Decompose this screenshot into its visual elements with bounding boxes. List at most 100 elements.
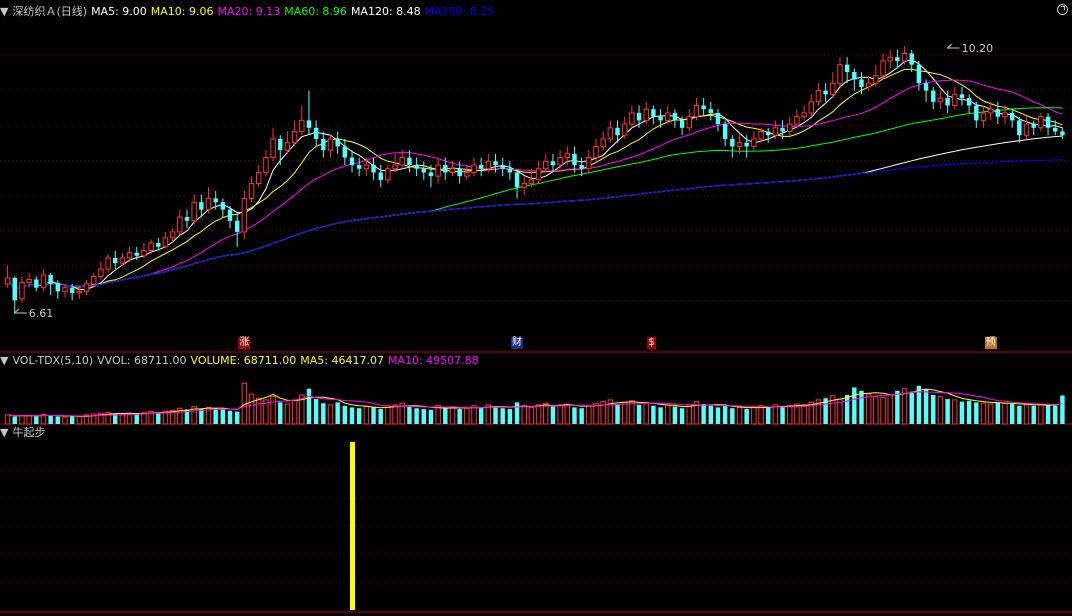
volume-bar-down [715,407,721,424]
candle-body-down [428,172,434,177]
candle-body-up [528,179,535,185]
volume-bar-down [550,406,556,424]
candle-body-down [658,116,663,121]
candle-body-down [572,153,577,165]
candle-body-up [751,138,757,147]
volume-bar-down [959,401,965,424]
volume-bar-up [1002,402,1008,425]
candle-body-up [205,197,212,211]
candle-body-down [507,168,513,173]
volume-bar-up [593,402,599,425]
candle-body-down [995,109,1001,117]
volume-bar-down [371,407,376,424]
volume-bar-down [765,407,771,424]
volume-bar-up [586,405,592,425]
volume-bar-up [119,413,126,425]
candle-body-down [34,279,39,288]
candle-body-up [837,64,843,84]
volume-bar-down [579,408,584,424]
candle-body-up [693,105,700,118]
volume-bar-up [449,406,456,425]
volume-bar-down [507,409,513,424]
volume-bar-up [385,405,391,425]
volume-bar-up [1023,404,1030,425]
candle-body-down [844,64,850,73]
candle-body-up [435,164,441,177]
candle-body-up [327,138,334,151]
volume-bar-up [564,403,571,425]
candle-body-down [342,146,348,158]
volume-bar-up [392,404,398,425]
volume-bar-down [48,415,53,424]
candle-body-down [1009,112,1015,121]
volume-bar-down [701,404,706,424]
candle-body-up [141,249,147,257]
volume-bar-down [457,409,462,424]
candle-body-down [1053,127,1058,132]
volume-panel-title: VOL-TDX(5,10) [12,354,94,367]
volume-bar-down [349,407,355,424]
volume-bar-up [937,396,944,425]
candle-body-down [550,161,556,165]
signal-marker[interactable]: $ [647,337,656,349]
volume-panel-header: ▼ VOL-TDX(5,10) VVOL: 68711.00 VOLUME: 6871… [0,353,483,369]
candle-body-up [4,277,11,285]
volume-bar-up [873,396,879,425]
candle-body-up [937,97,944,103]
volume-bar-down [572,407,577,424]
candle-body-down [371,164,376,173]
vvol-label: VVOL: 68711.00 [97,354,187,367]
candle-body-down [407,157,412,165]
candle-body-down [134,252,139,256]
candle-body-down [356,164,362,169]
candle-body-up [629,112,635,125]
candle-body-up [980,112,987,121]
candle-body-up [385,168,391,181]
volume-bar-down [321,403,326,424]
candle-body-up [105,257,111,270]
volume-bar-down [672,406,678,424]
maximize-icon[interactable] [1057,4,1068,15]
volume-bar-up [1038,403,1044,425]
candle-body-up [815,90,822,103]
signal-marker[interactable]: 涨 [238,337,251,349]
candle-body-up [787,123,793,133]
volume-label: VOLUME: 68711.00 [190,354,297,367]
candle-body-down [715,112,721,125]
volume-bar-up [327,404,334,425]
candle-body-up [40,274,47,289]
volume-bar-down [931,394,936,424]
volume-bar-down [1031,405,1036,424]
max-price-label: 10.20 [962,42,994,55]
candle-body-up [557,157,563,166]
candle-body-down [679,120,685,128]
signal-marker[interactable]: 财 [511,337,524,349]
ma250-line [7,159,1063,290]
candle-body-up [191,201,197,222]
candle-body-up [119,257,126,264]
signal-marker[interactable]: 预 [984,337,997,349]
volume-bar-up [464,407,470,425]
volume-bar-down [407,406,412,424]
volume-bar-up [62,416,68,425]
volume-bar-down [500,408,505,424]
volume-bar-up [772,404,779,425]
candle-body-up [880,60,886,77]
volume-bar-down [514,402,520,424]
collapse-icon[interactable]: ▼ [0,5,8,18]
candle-body-up [830,82,836,95]
ma250-label: MA250: 8.25 [424,5,495,18]
candle-body-down [672,112,678,121]
candle-body-up [83,283,90,292]
candle-body-up [801,112,807,118]
indicator-signal-bar [350,442,356,610]
volume-bar-down [378,409,383,424]
volume-bar-up [758,405,764,425]
candle-body-down [916,64,922,84]
volume-bar-up [865,393,872,425]
candle-body-down [349,157,355,165]
collapse-icon[interactable]: ▼ [0,354,8,367]
candle-body-up [126,252,133,259]
collapse-icon[interactable]: ▼ [0,426,8,439]
volume-bar-down [478,407,484,424]
